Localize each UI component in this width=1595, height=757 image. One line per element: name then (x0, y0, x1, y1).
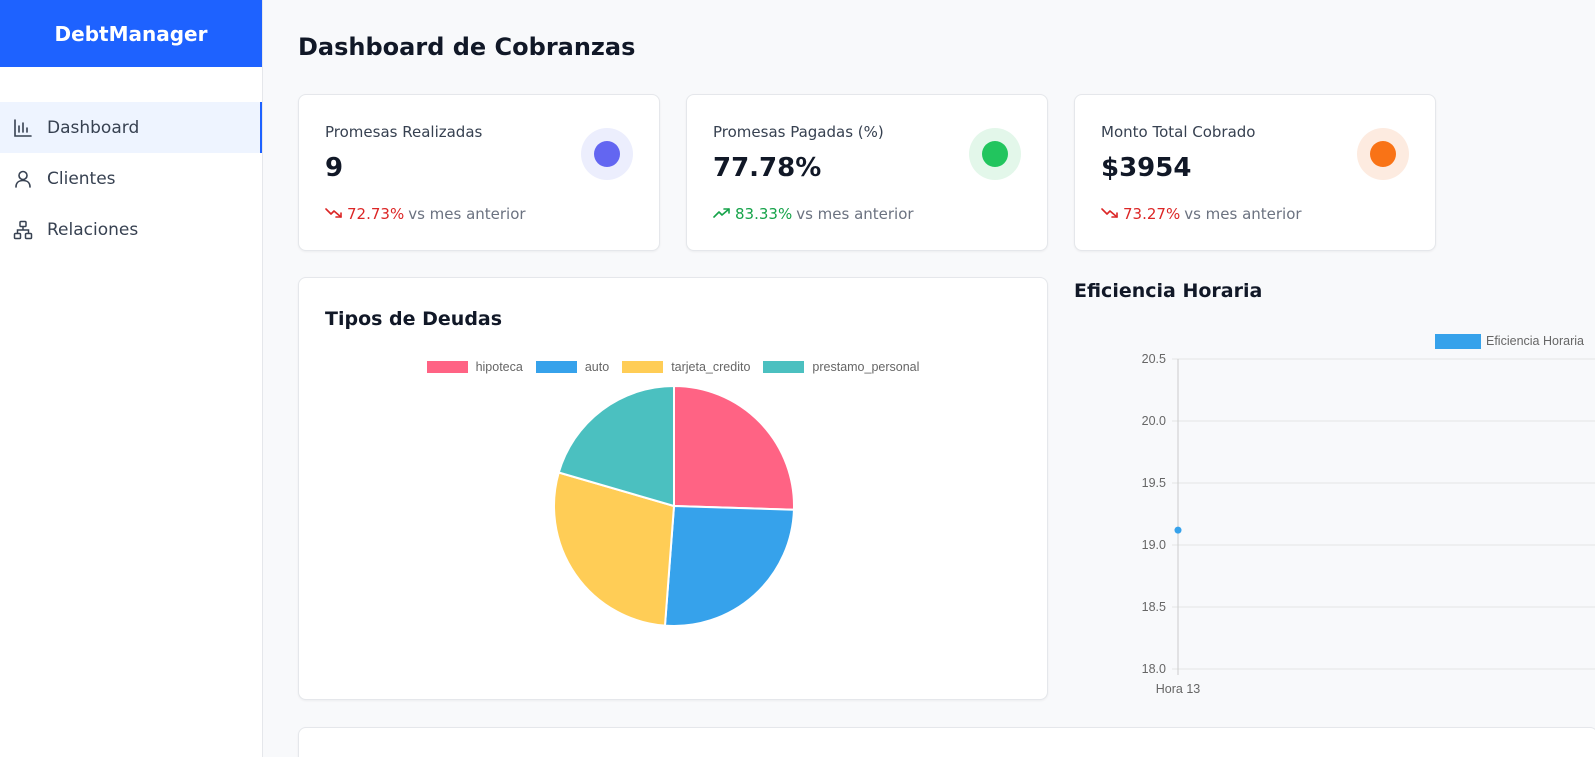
sidebar: DebtManager Dashboard Clientes Relacione… (0, 0, 263, 757)
kpi-value: $3954 (1101, 153, 1192, 183)
kpi-card-promesas-pagadas: Promesas Pagadas (%) 77.78% 83.33% vs me… (686, 94, 1048, 251)
trend-up-icon (713, 205, 731, 223)
legend-label: hipoteca (475, 360, 523, 374)
kpi-change-suffix: vs mes anterior (408, 205, 526, 223)
debt-types-card: Tipos de Deudas hipoteca auto tarjeta_cr… (298, 277, 1048, 700)
kpi-change-suffix: vs mes anterior (796, 205, 914, 223)
legend-item-hipoteca[interactable]: hipoteca (426, 360, 523, 374)
kpi-change: 72.73% (347, 205, 405, 223)
sidebar-nav: Dashboard Clientes Relaciones (0, 102, 262, 255)
legend-item-prestamo-personal[interactable]: prestamo_personal (763, 360, 919, 374)
network-icon (12, 219, 34, 241)
bar-chart-icon (12, 117, 34, 139)
legend-label: Eficiencia Horaria (1486, 334, 1584, 348)
kpi-trend: 83.33% vs mes anterior (713, 205, 914, 223)
y-tick-label: 19.0 (1142, 538, 1166, 552)
line-legend: Eficiencia Horaria (1435, 334, 1584, 349)
data-point[interactable] (1174, 526, 1182, 534)
kpi-value: 77.78% (713, 153, 822, 183)
pie-slice-hipoteca[interactable] (673, 384, 795, 511)
sidebar-item-label: Dashboard (47, 117, 140, 138)
sidebar-item-label: Clientes (47, 168, 116, 189)
sidebar-item-label: Relaciones (47, 219, 139, 240)
hourly-efficiency-chart: Eficiencia Horaria 20.5 20.0 19.5 19.0 18.5 18… (1142, 334, 1595, 696)
trend-down-icon (325, 205, 343, 223)
kpi-indicator-icon (1357, 128, 1409, 180)
main-content: Dashboard de Cobranzas Promesas Realizad… (264, 0, 1595, 757)
legend-label: prestamo_personal (812, 360, 920, 374)
legend-label: auto (584, 360, 610, 374)
sidebar-item-dashboard[interactable]: Dashboard (0, 102, 262, 153)
kpi-label: Monto Total Cobrado (1101, 123, 1256, 141)
kpi-change: 73.27% (1123, 205, 1181, 223)
legend-label: tarjeta_credito (671, 360, 751, 374)
page-title: Dashboard de Cobranzas (298, 33, 636, 61)
legend-swatch (1435, 334, 1481, 349)
y-tick-label: 20.0 (1142, 414, 1166, 428)
kpi-label: Promesas Pagadas (%) (713, 123, 884, 141)
legend-swatch (535, 361, 577, 373)
kpi-trend: 73.27% vs mes anterior (1101, 205, 1302, 223)
y-tick-label: 20.5 (1142, 352, 1166, 366)
legend-swatch (426, 361, 468, 373)
y-tick-label: 19.5 (1142, 476, 1166, 490)
kpi-indicator-icon (969, 128, 1021, 180)
kpi-change-suffix: vs mes anterior (1184, 205, 1302, 223)
sidebar-item-clientes[interactable]: Clientes (0, 153, 262, 204)
legend-item-tarjeta-credito[interactable]: tarjeta_credito (622, 360, 750, 374)
pie-slice-auto[interactable] (663, 504, 795, 627)
kpi-card-promesas-realizadas: Promesas Realizadas 9 72.73% vs mes ante… (298, 94, 660, 251)
chart-title: Tipos de Deudas (325, 308, 503, 330)
x-tick-label: Hora 13 (1156, 682, 1201, 696)
y-tick-label: 18.0 (1142, 662, 1166, 676)
y-tick-label: 18.5 (1142, 600, 1166, 614)
user-icon (12, 168, 34, 190)
pie-legend: hipoteca auto tarjeta_credito prestamo_p… (299, 360, 1047, 374)
kpi-card-monto-total: Monto Total Cobrado $3954 73.27% vs mes … (1074, 94, 1436, 251)
legend-swatch (622, 361, 664, 373)
chart-title: Eficiencia Horaria (1074, 280, 1263, 302)
legend-item-auto[interactable]: auto (535, 360, 610, 374)
brand-logo[interactable]: DebtManager (0, 0, 262, 67)
kpi-trend: 72.73% vs mes anterior (325, 205, 526, 223)
kpi-label: Promesas Realizadas (325, 123, 483, 141)
kpi-change: 83.33% (735, 205, 793, 223)
legend-swatch (763, 361, 805, 373)
sidebar-item-relaciones[interactable]: Relaciones (0, 204, 262, 255)
kpi-indicator-icon (581, 128, 633, 180)
bottom-card (298, 727, 1595, 757)
kpi-value: 9 (325, 153, 344, 183)
trend-down-icon (1101, 205, 1119, 223)
debt-types-pie-chart (553, 384, 795, 627)
